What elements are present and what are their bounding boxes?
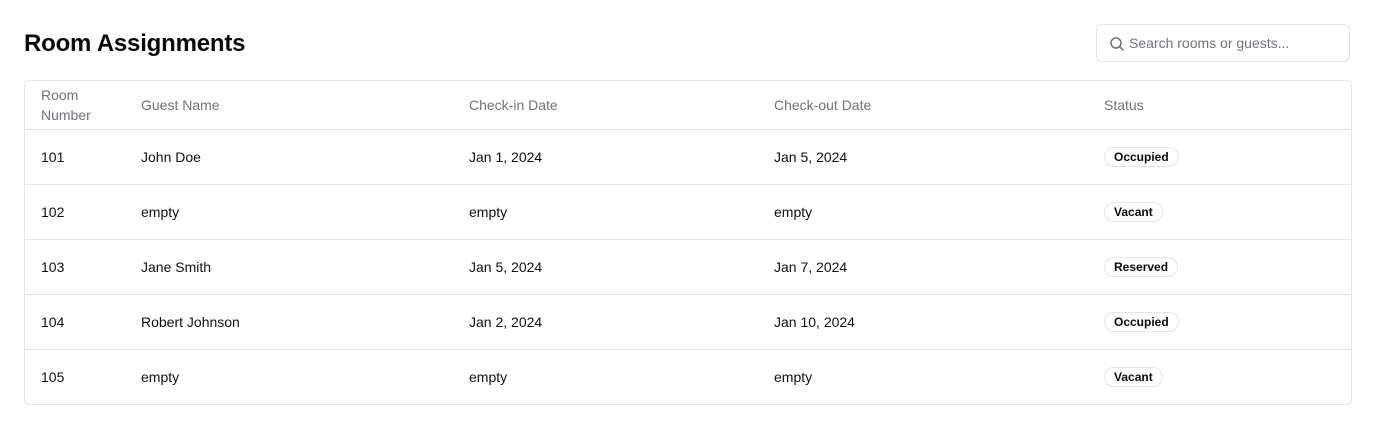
table-row[interactable]: 101 John Doe Jan 1, 2024 Jan 5, 2024 Occ… — [25, 129, 1351, 185]
room-number-cell: 102 — [25, 184, 125, 240]
status-cell: Reserved — [1088, 239, 1351, 295]
guest-name-cell: Jane Smith — [125, 239, 453, 295]
table-header-row: Room Number Guest Name Check-in Date Che… — [25, 81, 1351, 130]
search-input[interactable] — [1129, 25, 1341, 61]
room-number-cell: 104 — [25, 294, 125, 350]
table-row[interactable]: 102 empty empty empty Vacant — [25, 184, 1351, 240]
status-badge: Occupied — [1104, 312, 1179, 332]
table-row[interactable]: 103 Jane Smith Jan 5, 2024 Jan 7, 2024 R… — [25, 239, 1351, 295]
column-header-status[interactable]: Status — [1088, 81, 1351, 130]
status-badge: Reserved — [1104, 257, 1179, 277]
room-number-cell: 101 — [25, 129, 125, 185]
check-in-date-cell: Jan 1, 2024 — [453, 129, 758, 185]
status-cell: Vacant — [1088, 184, 1351, 240]
search-box[interactable] — [1096, 24, 1350, 62]
status-badge: Vacant — [1104, 367, 1163, 387]
check-out-date-cell: Jan 7, 2024 — [758, 239, 1088, 295]
guest-name-cell: empty — [125, 184, 453, 240]
check-out-date-cell: Jan 5, 2024 — [758, 129, 1088, 185]
column-header-room-number[interactable]: Room Number — [25, 81, 125, 130]
status-badge: Occupied — [1104, 147, 1179, 167]
status-cell: Occupied — [1088, 294, 1351, 350]
table-row[interactable]: 105 empty empty empty Vacant — [25, 350, 1351, 405]
check-in-date-cell: empty — [453, 184, 758, 240]
column-header-check-in-date[interactable]: Check-in Date — [453, 81, 758, 130]
room-number-cell: 103 — [25, 239, 125, 295]
room-number-cell: 105 — [41, 369, 65, 385]
column-header-check-out-date[interactable]: Check-out Date — [758, 81, 1088, 130]
guest-name-cell: Robert Johnson — [125, 294, 453, 350]
check-out-date-cell: empty — [774, 369, 813, 385]
check-in-date-cell: empty — [469, 369, 508, 385]
check-in-date-cell: Jan 5, 2024 — [453, 239, 758, 295]
page-title: Room Assignments — [24, 30, 246, 57]
check-out-date-cell: empty — [758, 184, 1088, 240]
room-assignments-page: Room Assignments Room Number Guest Name … — [0, 0, 1376, 429]
status-cell: Vacant — [1088, 350, 1351, 405]
column-header-guest-name[interactable]: Guest Name — [125, 81, 453, 130]
status-badge: Vacant — [1104, 202, 1163, 222]
status-cell: Occupied — [1088, 129, 1351, 185]
check-out-date-cell: Jan 10, 2024 — [758, 294, 1088, 350]
guest-name-cell: John Doe — [125, 129, 453, 185]
search-icon — [1109, 36, 1125, 52]
guest-name-cell: empty — [141, 369, 180, 385]
room-assignments-table: Room Number Guest Name Check-in Date Che… — [24, 80, 1352, 405]
table-row[interactable]: 104 Robert Johnson Jan 2, 2024 Jan 10, 2… — [25, 294, 1351, 350]
check-in-date-cell: Jan 2, 2024 — [453, 294, 758, 350]
